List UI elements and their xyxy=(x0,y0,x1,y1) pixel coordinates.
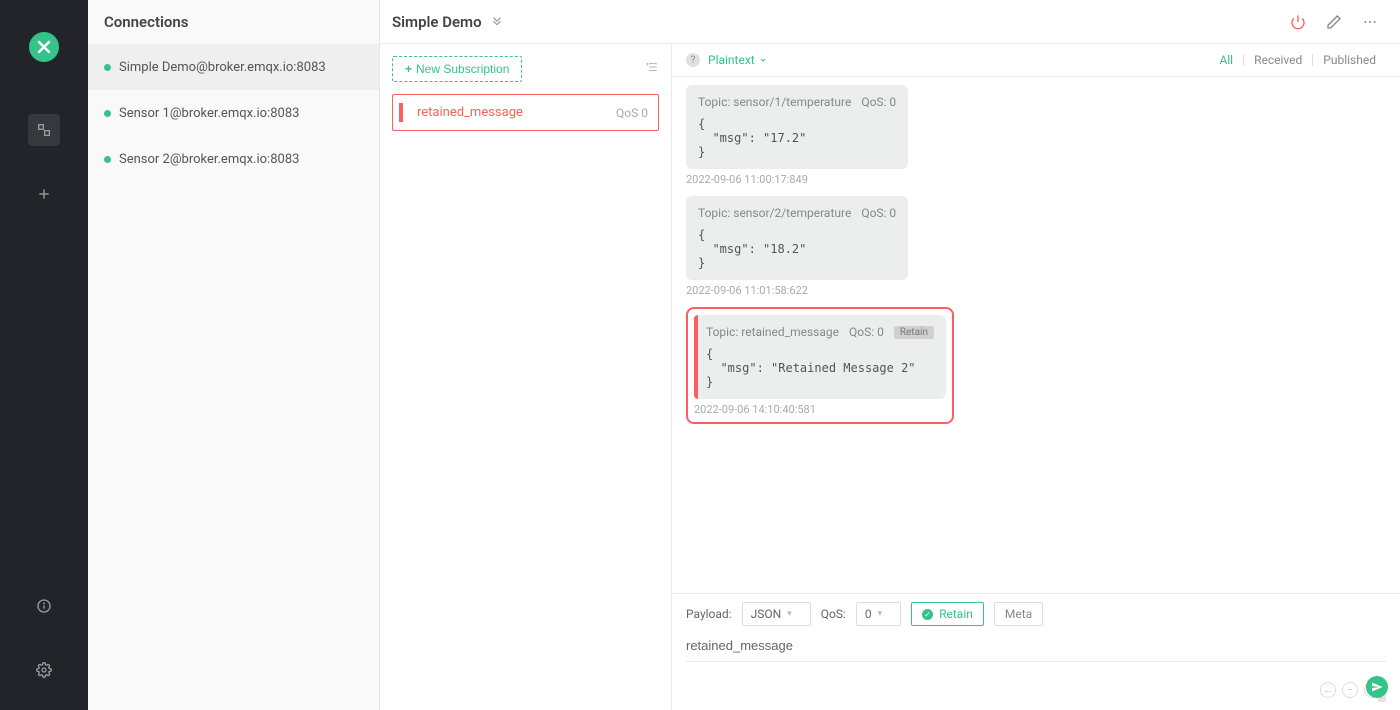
connections-sidebar: Connections Simple Demo@broker.emqx.io:8… xyxy=(88,0,380,710)
subscriptions-panel: + New Subscription retained_message QoS … xyxy=(380,44,672,710)
help-icon[interactable]: ? xyxy=(686,53,700,67)
connection-name: Sensor 1@broker.emqx.io:8083 xyxy=(119,106,299,121)
edit-icon[interactable] xyxy=(1322,10,1346,34)
connection-name: Sensor 2@broker.emqx.io:8083 xyxy=(119,152,299,167)
new-subscription-label: New Subscription xyxy=(416,62,509,76)
main-panel: Simple Demo + New Subscription xyxy=(380,0,1400,710)
nav-settings[interactable] xyxy=(28,654,60,686)
messages-list[interactable]: Topic: sensor/1/temperature QoS: 0 { "ms… xyxy=(672,77,1400,593)
payload-format-select[interactable]: JSON ▾ xyxy=(742,602,811,626)
payload-format-value: JSON xyxy=(751,607,782,621)
subscription-qos: QoS 0 xyxy=(616,106,648,120)
messages-panel: ? Plaintext All Received Published xyxy=(672,44,1400,710)
qos-select[interactable]: 0 ▾ xyxy=(856,602,901,626)
message-timestamp: 2022-09-06 11:01:58:622 xyxy=(686,284,1386,297)
main-header: Simple Demo xyxy=(380,0,1400,44)
nav-info[interactable] xyxy=(28,590,60,622)
message-topic: Topic: sensor/1/temperature xyxy=(698,95,851,109)
message-qos: QoS: 0 xyxy=(861,95,896,109)
message-item-highlighted: Topic: retained_message QoS: 0 Retain { … xyxy=(686,307,1386,424)
retain-toggle[interactable]: ✓ Retain xyxy=(911,602,984,626)
left-nav xyxy=(0,0,88,710)
disconnect-icon[interactable] xyxy=(1286,10,1310,34)
topic-input[interactable] xyxy=(686,634,1386,662)
encoding-select[interactable]: Plaintext xyxy=(708,53,767,67)
message-payload: { "msg": "Retained Message 2" } xyxy=(706,347,934,389)
filter-all[interactable]: All xyxy=(1209,53,1243,67)
editor-undo-icon[interactable]: ← xyxy=(1320,682,1336,698)
message-payload: { "msg": "17.2" } xyxy=(698,117,896,159)
qos-value: 0 xyxy=(865,607,872,621)
app-logo xyxy=(29,32,59,62)
collapse-icon[interactable] xyxy=(645,60,659,78)
message-item: Topic: sensor/1/temperature QoS: 0 { "ms… xyxy=(686,85,1386,186)
encoding-label: Plaintext xyxy=(708,53,755,67)
message-item: Topic: sensor/2/temperature QoS: 0 { "ms… xyxy=(686,196,1386,297)
payload-label: Payload: xyxy=(686,607,732,621)
sidebar-title: Connections xyxy=(88,0,379,44)
connection-item[interactable]: Sensor 2@broker.emqx.io:8083 xyxy=(88,136,379,182)
check-icon: ✓ xyxy=(922,609,933,620)
meta-button[interactable]: Meta xyxy=(994,602,1043,626)
chevron-down-icon: ▾ xyxy=(878,609,883,619)
message-topic: Topic: retained_message xyxy=(706,325,839,339)
connection-item[interactable]: Sensor 1@broker.emqx.io:8083 xyxy=(88,90,379,136)
more-icon[interactable] xyxy=(1358,10,1382,34)
message-timestamp: 2022-09-06 14:10:40:581 xyxy=(694,403,946,416)
retain-label: Retain xyxy=(939,607,973,621)
filter-received[interactable]: Received xyxy=(1244,53,1312,67)
editor-minus-icon[interactable]: − xyxy=(1342,682,1358,698)
payload-editor[interactable]: ← − + xyxy=(686,662,1386,702)
plus-icon: + xyxy=(405,62,412,76)
connection-item[interactable]: Simple Demo@broker.emqx.io:8083 xyxy=(88,44,379,90)
publisher-panel: Payload: JSON ▾ QoS: 0 ▾ ✓ Retain xyxy=(672,593,1400,710)
new-subscription-button[interactable]: + New Subscription xyxy=(392,56,522,82)
message-qos: QoS: 0 xyxy=(861,206,896,220)
nav-add[interactable] xyxy=(28,178,60,210)
message-payload: { "msg": "18.2" } xyxy=(698,228,896,270)
messages-header: ? Plaintext All Received Published xyxy=(672,44,1400,77)
qos-label: QoS: xyxy=(821,607,846,621)
subscription-topic: retained_message xyxy=(417,105,616,120)
chevron-down-icon: ▾ xyxy=(787,609,792,619)
message-topic: Topic: sensor/2/temperature xyxy=(698,206,851,220)
status-indicator-icon xyxy=(104,64,111,71)
nav-connections[interactable] xyxy=(28,114,60,146)
message-timestamp: 2022-09-06 11:00:17:849 xyxy=(686,173,1386,186)
filter-published[interactable]: Published xyxy=(1313,53,1386,67)
connection-title: Simple Demo xyxy=(392,13,482,31)
send-button[interactable] xyxy=(1366,676,1388,698)
subscription-chip[interactable]: retained_message QoS 0 xyxy=(392,94,659,131)
message-qos: QoS: 0 xyxy=(849,325,884,339)
retain-badge: Retain xyxy=(894,326,934,339)
connection-name: Simple Demo@broker.emqx.io:8083 xyxy=(119,60,326,75)
status-indicator-icon xyxy=(104,156,111,163)
expand-down-icon[interactable] xyxy=(490,13,504,31)
status-indicator-icon xyxy=(104,110,111,117)
